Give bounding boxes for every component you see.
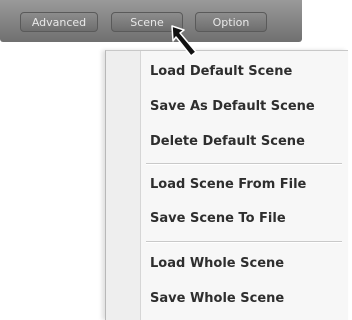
menu-item-save-as-default-scene[interactable]: Save As Default Scene (150, 96, 344, 118)
menu-separator (146, 241, 342, 243)
menu-icon-gutter (106, 51, 141, 320)
menu-item-load-scene-from-file[interactable]: Load Scene From File (150, 174, 344, 196)
menu-separator (146, 163, 342, 165)
scene-dropdown-menu: Load Default Scene Save As Default Scene… (105, 50, 348, 320)
tab-advanced[interactable]: Advanced (20, 12, 98, 32)
screenshot-stage: Advanced Scene Option Load Default Scene… (0, 0, 352, 320)
mouse-pointer-arrow-icon (171, 25, 197, 57)
tab-option[interactable]: Option (195, 12, 267, 32)
menu-item-load-default-scene[interactable]: Load Default Scene (150, 61, 344, 83)
menu-item-save-whole-scene[interactable]: Save Whole Scene (150, 288, 344, 310)
menu-item-delete-default-scene[interactable]: Delete Default Scene (150, 131, 344, 153)
scene-toolbar: Advanced Scene Option (0, 0, 302, 42)
menu-item-save-scene-to-file[interactable]: Save Scene To File (150, 208, 344, 230)
menu-item-load-whole-scene[interactable]: Load Whole Scene (150, 253, 344, 275)
